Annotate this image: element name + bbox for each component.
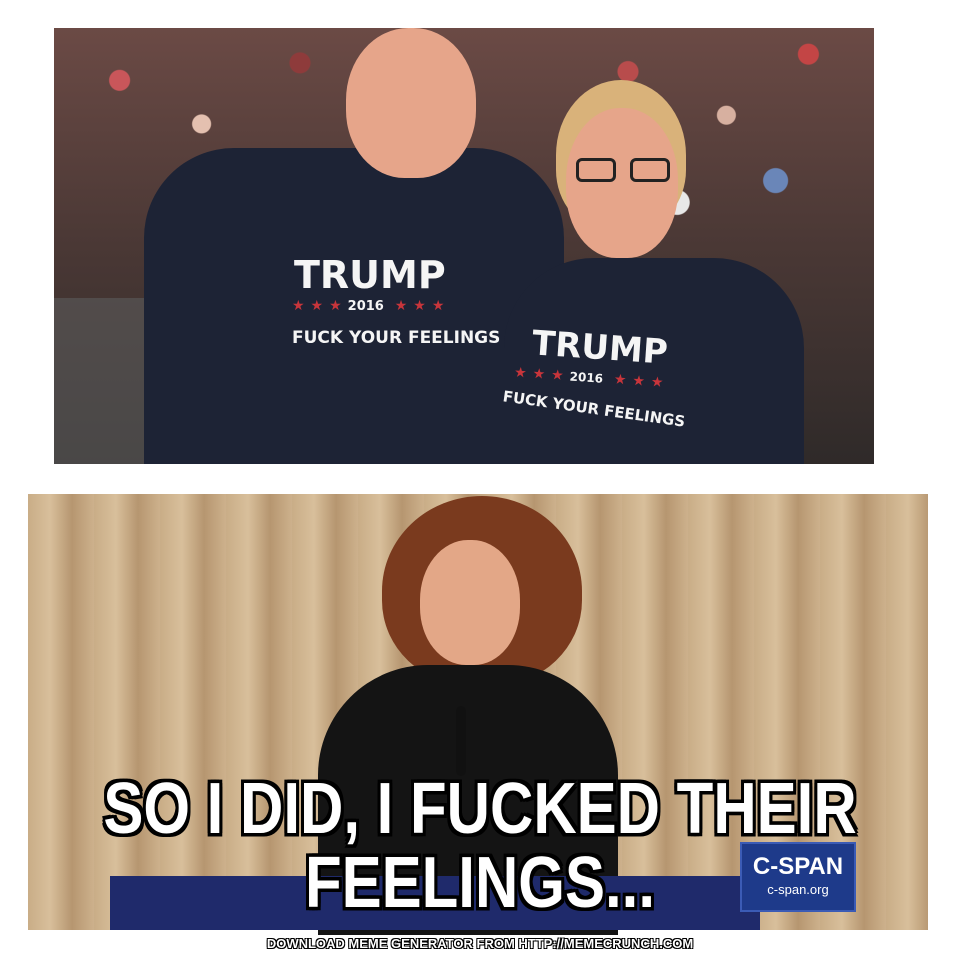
man-shirt-slogan: FUCK YOUR FEELINGS bbox=[292, 328, 501, 348]
man-head bbox=[346, 28, 476, 178]
man-shirt-title: TRUMP bbox=[294, 253, 446, 297]
glasses-left bbox=[576, 158, 616, 182]
caption-line-1: SO I DID, I FUCKED THEIR bbox=[103, 768, 857, 849]
rally-photo: TRUMP ★★★2016 ★★★ FUCK YOUR FEELINGS TRU… bbox=[54, 28, 874, 464]
microphone bbox=[456, 706, 466, 776]
glasses-right bbox=[630, 158, 670, 182]
woman-head bbox=[566, 108, 678, 258]
caption-line-2: FEELINGS... bbox=[304, 842, 656, 923]
speaker-face bbox=[420, 540, 520, 665]
man-shirt-year: ★★★2016 ★★★ bbox=[292, 298, 451, 314]
watermark: DOWNLOAD MEME GENERATOR FROM HTTP://MEME… bbox=[266, 936, 694, 951]
